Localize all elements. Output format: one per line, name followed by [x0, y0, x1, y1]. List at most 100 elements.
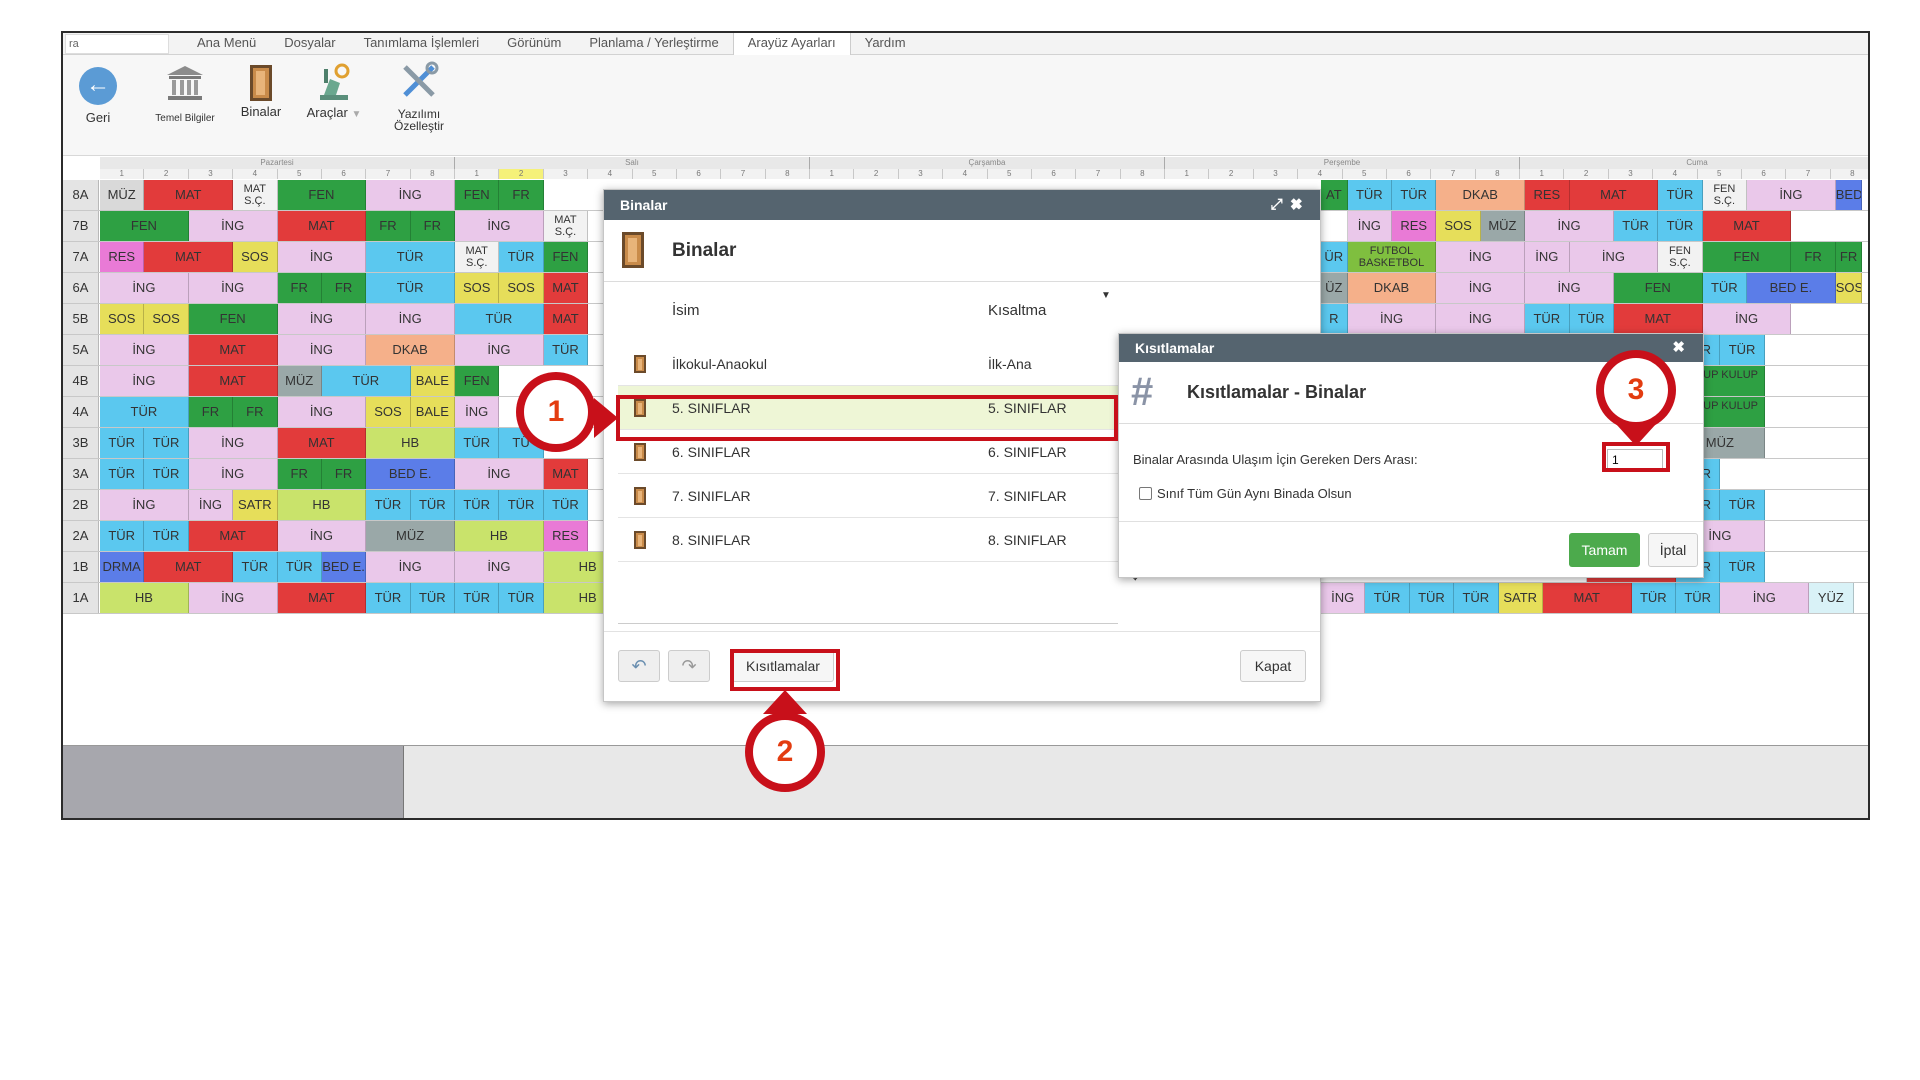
menu-item-6[interactable]: Yardım — [851, 33, 920, 54]
lesson-cell[interactable]: MAT S.Ç. — [233, 180, 278, 210]
lesson-cell[interactable]: İNG — [1347, 304, 1437, 334]
lesson-cell[interactable]: TÜR — [1525, 304, 1570, 334]
menu-item-3[interactable]: Görünüm — [493, 33, 575, 54]
lesson-cell[interactable]: TÜR — [455, 583, 500, 613]
lesson-cell[interactable]: TÜR — [499, 490, 544, 520]
menu-item-1[interactable]: Dosyalar — [270, 33, 349, 54]
lesson-cell[interactable]: MAT — [543, 459, 589, 489]
ayni-bina-checkbox[interactable] — [1139, 487, 1152, 500]
lesson-cell[interactable]: FR — [277, 459, 322, 489]
class-label[interactable]: 3A — [63, 459, 99, 489]
lesson-cell[interactable]: İNG — [188, 490, 234, 520]
lesson-cell[interactable]: MAT — [188, 521, 278, 551]
lesson-cell[interactable]: RES — [100, 242, 145, 272]
lesson-cell[interactable]: TÜR — [1392, 180, 1437, 210]
lesson-cell[interactable]: MAT — [277, 583, 367, 613]
lesson-cell[interactable]: İNG — [100, 490, 189, 520]
lesson-cell[interactable]: İNG — [455, 552, 544, 582]
lesson-cell[interactable]: TÜR — [455, 490, 500, 520]
binalar-list-row[interactable]: İlkokul-Anaokul İlk-Ana — [618, 342, 1118, 386]
lesson-cell[interactable]: İNG — [188, 428, 278, 458]
lesson-cell[interactable]: İNG — [1747, 180, 1836, 210]
lesson-cell[interactable]: FEN — [455, 366, 500, 396]
lesson-cell[interactable]: TÜR — [366, 242, 455, 272]
lesson-cell[interactable]: FEN S.Ç. — [1702, 180, 1747, 210]
lesson-cell[interactable]: MÜZ — [277, 366, 322, 396]
lesson-cell[interactable]: AT — [1321, 180, 1348, 210]
class-label[interactable]: 6A — [63, 273, 99, 303]
lesson-cell[interactable]: İNG — [1569, 242, 1659, 272]
lesson-cell[interactable]: TÜR — [233, 552, 278, 582]
lesson-cell[interactable]: HB — [277, 490, 367, 520]
lesson-cell[interactable]: BED E. — [1835, 180, 1863, 210]
lesson-cell[interactable]: İNG — [277, 397, 367, 427]
lesson-cell[interactable]: DKAB — [366, 335, 455, 365]
lesson-cell[interactable]: TÜR — [100, 459, 145, 489]
lesson-cell[interactable]: İNG — [277, 304, 367, 334]
lesson-cell[interactable]: SATR — [1498, 583, 1543, 613]
redo-button[interactable]: ↷ — [668, 650, 710, 682]
lesson-cell[interactable]: FEN — [277, 180, 367, 210]
lesson-cell[interactable]: TÜR — [366, 273, 455, 303]
lesson-cell[interactable]: İNG — [1347, 211, 1392, 241]
class-label[interactable]: 5A — [63, 335, 99, 365]
lesson-cell[interactable]: İNG — [188, 583, 278, 613]
lesson-cell[interactable]: SOS — [366, 397, 411, 427]
lesson-cell[interactable]: HB — [455, 521, 544, 551]
lesson-cell[interactable]: R — [1321, 304, 1348, 334]
lesson-cell[interactable]: İNG — [277, 242, 367, 272]
lesson-cell[interactable]: İNG — [455, 335, 544, 365]
search-input[interactable]: ra — [65, 33, 169, 54]
lesson-cell[interactable]: YÜZ — [1809, 583, 1854, 613]
lesson-cell[interactable]: FR — [499, 180, 544, 210]
lesson-cell[interactable]: TÜR — [366, 583, 411, 613]
lesson-cell[interactable]: TÜR — [277, 552, 322, 582]
lesson-cell[interactable]: MAT — [277, 428, 367, 458]
close-icon[interactable]: ✖ — [1291, 196, 1310, 213]
lesson-cell[interactable]: TÜR — [100, 397, 189, 427]
lesson-cell[interactable]: MAT — [1613, 304, 1703, 334]
class-label[interactable]: 7B — [63, 211, 99, 241]
lesson-cell[interactable]: İNG — [366, 180, 455, 210]
class-label[interactable]: 1B — [63, 552, 99, 582]
lesson-cell[interactable]: TÜR — [1569, 304, 1614, 334]
lesson-cell[interactable]: TÜR — [144, 459, 189, 489]
class-label[interactable]: 8A — [63, 180, 99, 210]
lesson-cell[interactable]: BALE — [410, 366, 455, 396]
lesson-cell[interactable]: DKAB — [1347, 273, 1437, 303]
kapat-button[interactable]: Kapat — [1240, 650, 1306, 682]
lesson-cell[interactable]: TÜR — [1454, 583, 1499, 613]
lesson-cell[interactable]: İNG — [1525, 211, 1614, 241]
lesson-cell[interactable]: İNG — [1436, 304, 1526, 334]
lesson-cell[interactable]: SOS — [1835, 273, 1863, 303]
lesson-cell[interactable]: FR — [1791, 242, 1836, 272]
lesson-cell[interactable]: FEN — [100, 211, 189, 241]
iptal-button[interactable]: İptal — [1648, 533, 1698, 567]
lesson-cell[interactable]: İNG — [1720, 583, 1810, 613]
lesson-cell[interactable]: SOS — [1436, 211, 1481, 241]
lesson-cell[interactable]: TÜR — [100, 428, 145, 458]
lesson-cell[interactable]: TÜR — [543, 490, 589, 520]
lesson-cell[interactable]: RES — [543, 521, 589, 551]
lesson-cell[interactable]: İNG — [100, 273, 189, 303]
lesson-cell[interactable]: HB — [100, 583, 189, 613]
lesson-cell[interactable]: İNG — [100, 366, 189, 396]
lesson-cell[interactable]: İNG — [1525, 273, 1614, 303]
lesson-cell[interactable]: TÜR — [100, 521, 145, 551]
lesson-cell[interactable]: İNG — [188, 459, 278, 489]
lesson-cell[interactable]: FR — [321, 459, 367, 489]
lesson-cell[interactable]: TÜR — [1365, 583, 1410, 613]
lesson-cell[interactable]: SATR — [233, 490, 278, 520]
class-label[interactable]: 7A — [63, 242, 99, 272]
lesson-cell[interactable]: İNG — [366, 552, 455, 582]
lesson-cell[interactable]: TÜR — [366, 490, 411, 520]
lesson-cell[interactable]: SOS — [455, 273, 500, 303]
lesson-cell[interactable]: TÜR — [1658, 180, 1703, 210]
lesson-cell[interactable]: FR — [1835, 242, 1863, 272]
lesson-cell[interactable]: FR — [233, 397, 278, 427]
menu-item-5[interactable]: Arayüz Ayarları — [732, 33, 851, 55]
lesson-cell[interactable]: FR — [188, 397, 234, 427]
lesson-cell[interactable]: İNG — [277, 521, 367, 551]
lesson-cell[interactable]: FEN — [188, 304, 278, 334]
lesson-cell[interactable]: SOS — [100, 304, 145, 334]
